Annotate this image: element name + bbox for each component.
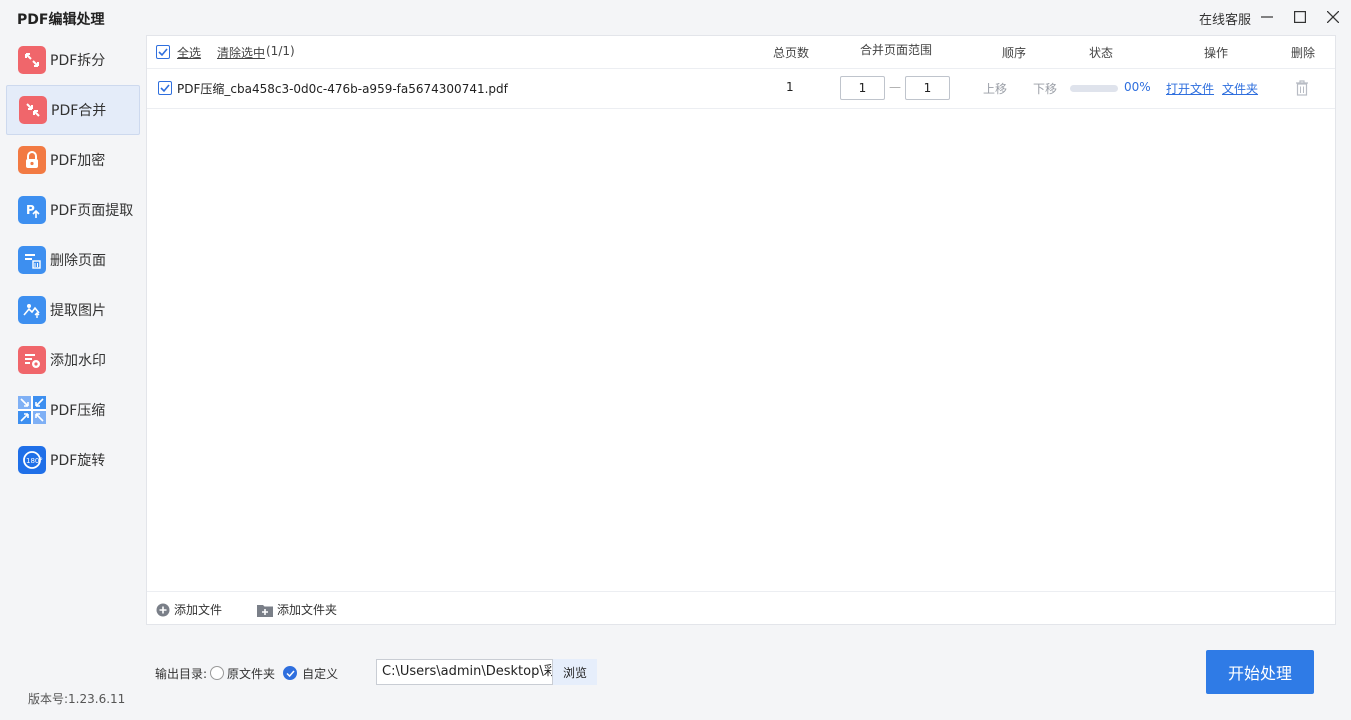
- app-title: PDF编辑处理: [17, 12, 105, 28]
- sidebar-item-label: 添加水印: [50, 353, 106, 369]
- option-custom-label: 自定义: [302, 666, 339, 681]
- sidebar-item-label: 提取图片: [50, 303, 106, 319]
- output-path-input[interactable]: C:\Users\admin\Desktop\彩虹办公: [376, 659, 553, 685]
- panel-footer: 添加文件 添加文件夹: [147, 591, 1335, 625]
- file-list-panel: 全选 清除选中 (1/1) 总页数 合并页面范围 顺序 状态 操作 删除 PDF…: [146, 35, 1336, 625]
- open-file-link[interactable]: 打开文件: [1166, 80, 1214, 97]
- select-all-checkbox[interactable]: [156, 45, 170, 59]
- close-button[interactable]: [1321, 6, 1345, 28]
- sidebar-item-label: 删除页面: [50, 253, 106, 269]
- header-delete: 删除: [1291, 46, 1316, 60]
- lock-icon: [18, 146, 46, 174]
- merge-icon: [19, 96, 47, 124]
- file-name: PDF压缩_cba458c3-0d0c-476b-a959-fa56743007…: [177, 82, 508, 96]
- sidebar-item-label: PDF加密: [50, 153, 106, 169]
- sidebar-item-page-extract[interactable]: P PDF页面提取: [6, 185, 140, 235]
- option-original-label: 原文件夹: [227, 666, 276, 681]
- row-checkbox[interactable]: [158, 81, 172, 95]
- header-order: 顺序: [1002, 46, 1027, 60]
- maximize-icon: [1294, 11, 1306, 23]
- add-folder-label: 添加文件夹: [277, 603, 338, 617]
- sidebar-item-watermark[interactable]: 添加水印: [6, 335, 140, 385]
- title-bar: PDF编辑处理 在线客服: [0, 0, 1351, 36]
- clear-selected-link[interactable]: 清除选中: [217, 44, 265, 61]
- range-from-input[interactable]: [840, 76, 885, 100]
- delete-page-icon: [18, 246, 46, 274]
- sidebar-item-label: PDF旋转: [50, 453, 106, 469]
- sidebar: PDF拆分 PDF合并 PDF加密 P PDF页面提取 删除页面 提取图片 添加…: [6, 35, 140, 485]
- sidebar-item-label: PDF压缩: [50, 403, 106, 419]
- add-file-label: 添加文件: [174, 603, 223, 617]
- move-down-button[interactable]: 下移: [1033, 80, 1057, 97]
- table-row: PDF压缩_cba458c3-0d0c-476b-a959-fa56743007…: [147, 69, 1335, 109]
- header-total-pages: 总页数: [773, 46, 810, 60]
- radio-original-folder[interactable]: [210, 666, 225, 680]
- output-label: 输出目录:: [155, 666, 208, 681]
- svg-text:P: P: [26, 203, 35, 217]
- online-service-link[interactable]: 在线客服: [1199, 9, 1251, 28]
- page-extract-icon: P: [18, 196, 46, 224]
- checkmark-icon: [160, 84, 170, 93]
- sidebar-item-merge[interactable]: PDF合并: [6, 85, 140, 135]
- header-actions: 操作: [1204, 46, 1229, 60]
- sidebar-item-encrypt[interactable]: PDF加密: [6, 135, 140, 185]
- add-file-button[interactable]: 添加文件: [156, 601, 222, 618]
- minimize-icon: [1261, 16, 1273, 18]
- image-extract-icon: [18, 296, 46, 324]
- status-percent: 00%: [1124, 80, 1151, 94]
- delete-row-button[interactable]: [1295, 80, 1309, 100]
- sidebar-item-delete-page[interactable]: 删除页面: [6, 235, 140, 285]
- range-separator: —: [889, 80, 901, 94]
- add-folder-icon: [257, 604, 273, 617]
- sidebar-item-label: PDF页面提取: [50, 203, 134, 219]
- move-up-button[interactable]: 上移: [983, 80, 1007, 97]
- browse-button[interactable]: 浏览: [553, 659, 597, 685]
- radio-custom-folder[interactable]: [283, 666, 298, 680]
- svg-text:180°: 180°: [26, 457, 43, 465]
- sidebar-item-image-extract[interactable]: 提取图片: [6, 285, 140, 335]
- sidebar-item-rotate[interactable]: 180° PDF旋转: [6, 435, 140, 485]
- minimize-button[interactable]: [1255, 6, 1279, 28]
- checkmark-icon: [158, 48, 168, 57]
- start-process-button[interactable]: 开始处理: [1206, 650, 1314, 694]
- compress-icon: [18, 396, 46, 424]
- trash-icon: [1296, 80, 1308, 96]
- total-pages-value: 1: [786, 80, 794, 94]
- plus-circle-icon: [156, 603, 170, 616]
- select-all-link[interactable]: 全选: [177, 44, 201, 61]
- close-icon: [1327, 11, 1339, 23]
- output-directory: 输出目录: 原文件夹 自定义: [155, 660, 338, 686]
- header-status: 状态: [1089, 46, 1114, 60]
- sidebar-item-label: PDF拆分: [50, 53, 106, 69]
- add-folder-button[interactable]: 添加文件夹: [257, 601, 337, 618]
- selected-count: (1/1): [266, 44, 295, 58]
- header-merge-range: 合并页面范围: [860, 43, 933, 57]
- sidebar-item-compress[interactable]: PDF压缩: [6, 385, 140, 435]
- sidebar-item-label: PDF合并: [51, 103, 107, 119]
- maximize-button[interactable]: [1288, 6, 1312, 28]
- open-folder-link[interactable]: 文件夹: [1222, 80, 1258, 97]
- table-header: 全选 清除选中 (1/1) 总页数 合并页面范围 顺序 状态 操作 删除: [147, 36, 1335, 69]
- version-label: 版本号:1.23.6.11: [28, 692, 126, 706]
- checkmark-icon: [286, 670, 295, 677]
- watermark-icon: [18, 346, 46, 374]
- rotate-icon: 180°: [18, 446, 46, 474]
- progress-bar: [1070, 85, 1118, 92]
- sidebar-item-split[interactable]: PDF拆分: [6, 35, 140, 85]
- split-icon: [18, 46, 46, 74]
- range-to-input[interactable]: [905, 76, 950, 100]
